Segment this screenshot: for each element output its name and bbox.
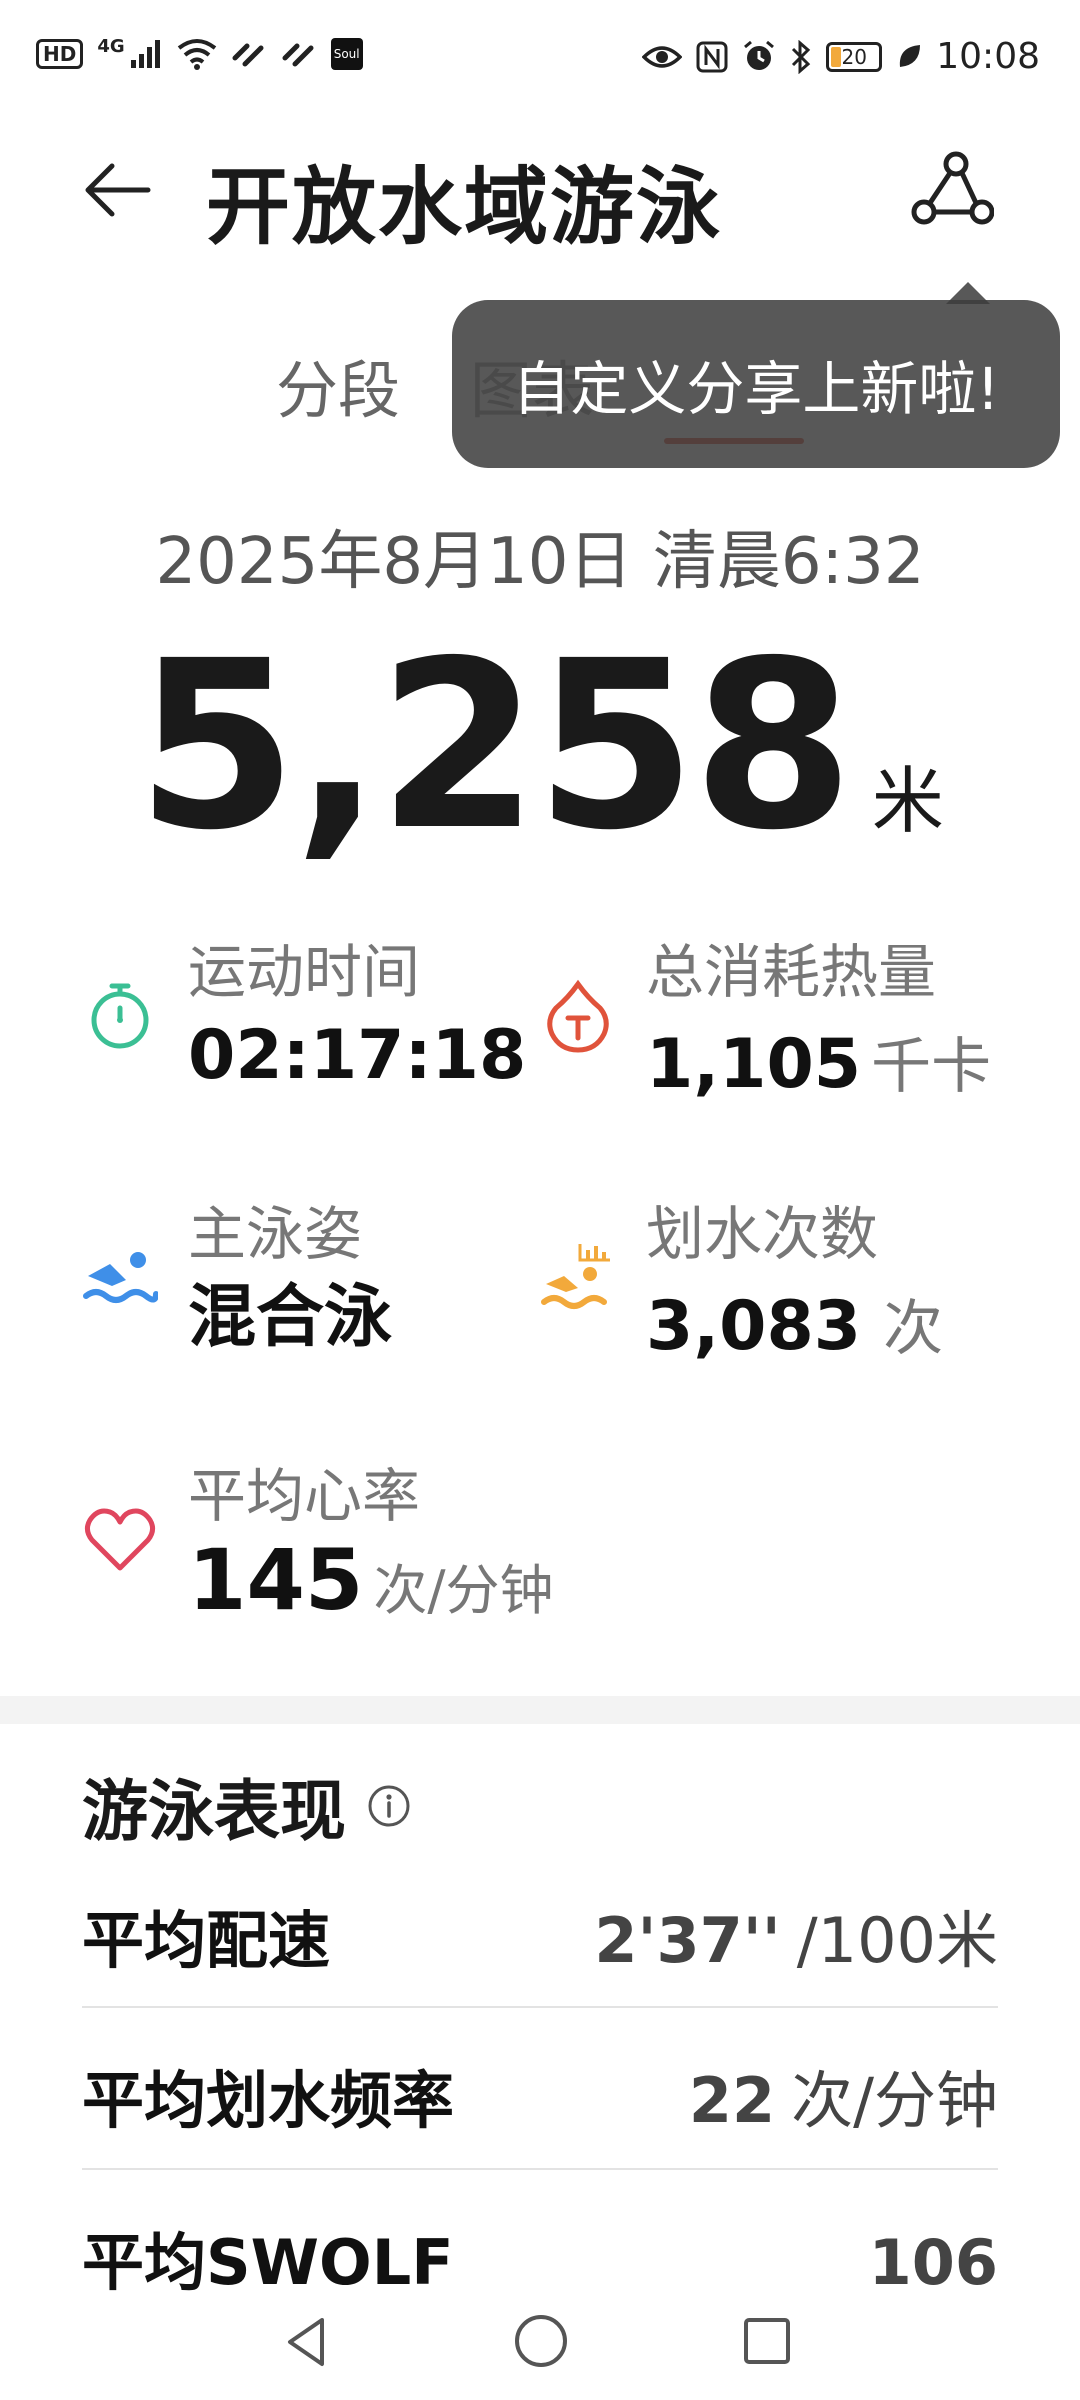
stat-label: 划水次数 — [646, 1200, 879, 1268]
eye-icon — [642, 45, 683, 68]
section-divider — [0, 1696, 1080, 1724]
status-time: 10:08 — [936, 36, 1040, 77]
stat-heart-rate: 平均心率 145 次/分钟 — [82, 1460, 554, 1625]
alarm-icon — [744, 40, 775, 70]
battery-level: 20 — [841, 44, 867, 69]
stat-unit: 次 — [883, 1294, 944, 1364]
soul-app-icon: Soul — [330, 38, 363, 70]
page-title: 开放水域游泳 — [206, 158, 723, 256]
stat-label: 平均心率 — [188, 1462, 421, 1530]
stat-label: 总消耗热量 — [646, 938, 937, 1006]
share-icon[interactable] — [910, 148, 994, 232]
metric-label: 平均配速 — [82, 1904, 331, 1977]
stroke-count-icon — [541, 1244, 610, 1309]
metric-value: 106 — [868, 2226, 998, 2299]
stat-label: 主泳姿 — [188, 1200, 363, 1268]
hd-badge: HD — [36, 39, 84, 69]
link-icon — [232, 43, 264, 67]
distance-unit: 米 — [871, 759, 944, 843]
status-right: 20 10:08 — [642, 36, 1040, 77]
stat-label: 运动时间 — [188, 938, 421, 1006]
back-arrow-icon[interactable] — [78, 150, 158, 230]
nav-back-icon[interactable] — [278, 2312, 338, 2372]
metric-value: 2'37'' — [594, 1904, 781, 1977]
metric-avg-swolf: 平均SWOLF 106 — [82, 2212, 998, 2302]
metric-avg-pace: 平均配速 2'37''/100米 — [82, 1890, 998, 1980]
metric-label: 平均划水频率 — [82, 2064, 455, 2137]
stat-main-stroke: 主泳姿 混合泳 — [82, 1198, 392, 1356]
metric-unit: 次/分钟 — [791, 2064, 998, 2137]
metric-label: 平均SWOLF — [82, 2226, 454, 2299]
stat-value: 3,083 — [646, 1287, 862, 1366]
stat-calories: 总消耗热量 1,105 千卡 — [540, 936, 991, 1105]
leaf-icon — [900, 44, 921, 67]
workout-date: 2025年8月10日 清晨6:32 — [155, 525, 925, 599]
metric-unit: /100米 — [796, 1904, 998, 1977]
calorie-icon — [547, 979, 609, 1053]
stat-stroke-count: 划水次数 3,083 次 — [540, 1198, 943, 1367]
stat-value: 混合泳 — [188, 1278, 393, 1357]
stat-value: 145 — [188, 1531, 364, 1629]
wifi-icon — [177, 39, 216, 70]
metric-value: 22 — [688, 2064, 776, 2137]
distance-summary: 5,258 米 — [0, 630, 1080, 862]
performance-section-title: 游泳表现 — [82, 1758, 412, 1854]
nav-recent-apps-icon[interactable] — [738, 2312, 796, 2370]
link-icon-2 — [282, 43, 314, 67]
stopwatch-icon — [91, 983, 149, 1049]
metric-avg-stroke-rate: 平均划水频率 22 次/分钟 — [82, 2050, 998, 2140]
info-icon[interactable] — [366, 1783, 412, 1829]
nav-home-icon[interactable] — [510, 2310, 572, 2372]
signal-icon — [130, 40, 160, 68]
stat-value: 02:17:18 — [188, 1016, 527, 1095]
swimmer-icon — [83, 1252, 158, 1303]
stat-unit: 次/分钟 — [373, 1559, 554, 1622]
network-label: 4G — [97, 35, 125, 57]
distance-value: 5,258 — [136, 611, 854, 881]
row-divider — [82, 2006, 998, 2008]
nfc-icon — [696, 41, 728, 72]
stat-unit: 千卡 — [871, 1032, 992, 1102]
stat-duration: 运动时间 02:17:18 — [82, 936, 526, 1094]
status-left: HD 4G Soul — [36, 35, 363, 70]
share-tooltip[interactable]: 自定义分享上新啦! — [452, 300, 1060, 468]
battery-icon: 20 — [826, 41, 883, 72]
row-divider — [82, 2168, 998, 2170]
performance-title: 游泳表现 — [82, 1773, 346, 1850]
heart-icon — [84, 1508, 156, 1571]
bluetooth-icon — [792, 39, 811, 74]
tab-segments[interactable]: 分段 — [276, 340, 400, 430]
status-bar: HD 4G Soul 20 10:08 — [0, 0, 1080, 110]
stat-value: 1,105 — [646, 1025, 862, 1104]
